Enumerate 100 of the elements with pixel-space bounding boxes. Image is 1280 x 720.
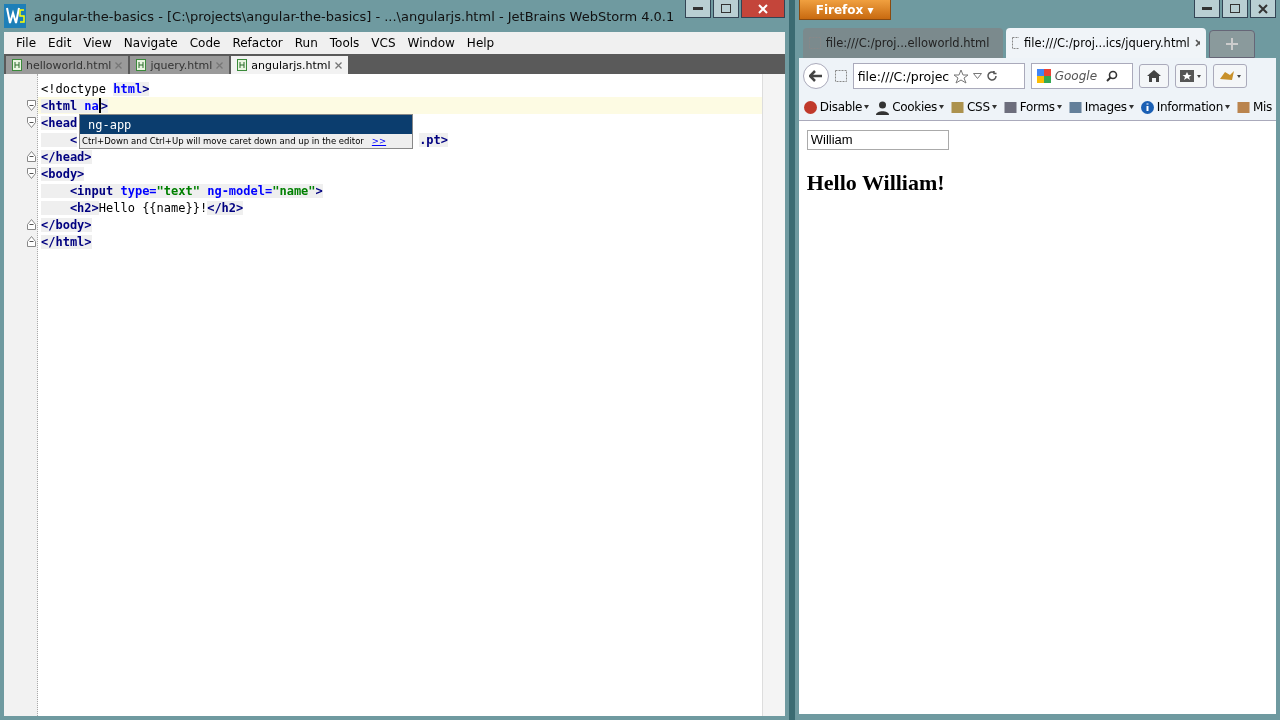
code-token: < [41,132,78,147]
menu-item[interactable]: Window [401,36,461,50]
plus-icon [1225,38,1238,50]
code-token: > [315,183,323,198]
browser-tab[interactable]: file:///C:/proj...elloworld.html [802,28,1003,58]
fold-marker-icon[interactable] [27,117,36,128]
minimize-icon [1202,6,1212,11]
fold-marker-icon[interactable] [27,236,36,247]
bookmark-star-icon [1179,70,1202,82]
star-icon[interactable] [953,68,970,84]
reload-icon[interactable] [986,70,999,82]
close-button[interactable] [740,0,785,18]
dropdown-icon [864,105,870,109]
toolbar-menu[interactable]: Images [1067,99,1134,115]
maximize-button[interactable] [712,0,739,18]
dropdown-icon[interactable] [973,73,983,79]
fold-marker-icon[interactable] [27,219,36,230]
search-field[interactable]: Google [1030,63,1133,89]
extension-icon [1217,69,1242,83]
toolbar-menu[interactable]: Mis [1235,99,1272,115]
search-icon[interactable] [1105,70,1118,82]
maximize-icon [720,4,731,13]
code-token: ng-model= [199,183,273,198]
completion-item[interactable]: ng-app [80,115,412,134]
text-caret [98,98,101,113]
menu-item[interactable]: Tools [323,36,366,50]
tab-label: file:///C:/proj...elloworld.html [825,36,990,50]
back-button[interactable] [802,63,829,89]
dropdown-icon [991,105,997,109]
home-icon [1146,70,1161,82]
code-token: "text" [156,183,200,198]
toolbar-menu[interactable]: Cookies [875,99,945,115]
maximize-icon [1230,4,1240,13]
menu-item[interactable]: Code [183,36,227,50]
dropdown-icon [1128,105,1134,109]
menu-item[interactable]: Edit [42,36,78,50]
close-button[interactable] [1250,0,1276,18]
extension-button[interactable] [1212,64,1247,88]
url-text: file:///C:/projec [857,68,950,84]
code-token: type= [113,183,157,198]
toolbar-menu[interactable]: Disable [802,99,870,115]
maximize-button[interactable] [1222,0,1248,18]
minimize-icon [692,6,703,11]
menu-item[interactable]: Help [460,36,501,50]
code-token: .pt> [419,132,449,147]
toolbar-menu[interactable]: Forms [1002,99,1062,115]
back-arrow-icon [808,70,823,82]
css-icon [950,99,966,115]
search-input[interactable]: Google [1054,69,1103,83]
toolbar-menu[interactable]: CSS [950,99,997,115]
code-token: Hello {{name}}! [98,200,208,215]
code-token: "name" [272,183,316,198]
editor-tab[interactable]: helloworld.html [6,56,129,74]
code-token: </html> [41,234,92,249]
code-token: na [77,98,99,113]
code-token: </head> [41,149,92,164]
code-token: <!doctype [41,81,108,96]
html-file-icon [237,59,248,71]
editor-tab[interactable]: angularjs.html [231,56,348,74]
tab-label: jquery.html [150,58,213,72]
url-field[interactable]: file:///C:/projec [852,63,1025,89]
hint-link[interactable]: >> [371,136,387,146]
dropdown-icon [939,105,945,109]
fold-marker-icon[interactable] [27,100,36,111]
editor-tab[interactable]: jquery.html [130,56,230,74]
code-token: <head [41,115,78,130]
menu-item[interactable]: Refactor [226,36,289,50]
html-file-icon [136,59,147,71]
menu-item[interactable]: View [77,36,118,50]
home-button[interactable] [1138,64,1169,88]
code-token: <body> [41,166,85,181]
html-file-icon [12,59,22,71]
bookmarks-button[interactable] [1174,64,1207,88]
misc-icon [1235,99,1251,115]
code-token: <h2> [41,200,99,215]
code-token: </h2> [207,200,244,215]
name-input[interactable]: William [806,129,949,150]
new-tab-button[interactable] [1208,30,1255,58]
tab-label: helloworld.html [26,58,112,72]
menu-item[interactable]: File [10,36,43,50]
tab-label: angularjs.html [251,58,331,72]
window-title: angular-the-basics - [C:\projects\angular-the-basics] - ...\angularjs.html - JetBrains WebStorm 4.0.1 [34,8,676,24]
minimize-button[interactable] [1194,0,1220,18]
dropdown-icon [1056,105,1062,109]
completion-hint: Ctrl+Down and Ctrl+Up will move caret down and up in the editor [82,136,364,146]
fold-marker-icon[interactable] [27,151,36,162]
fold-marker-icon[interactable] [27,168,36,179]
menu-item[interactable]: Run [288,36,324,50]
greeting-heading: Hello William! [806,169,946,196]
menu-item[interactable]: Navigate [117,36,184,50]
browser-tab[interactable]: file:///C:/proj...ics/jquery.html [1005,28,1206,58]
ws-logo-icon [4,4,26,28]
forms-icon [1002,99,1018,115]
toolbar-menu[interactable]: Information [1139,99,1230,115]
code-token: > [100,98,109,113]
code-token: > [142,81,150,96]
dropdown-icon [1224,105,1230,109]
minimize-button[interactable] [684,0,711,18]
menu-item[interactable]: VCS [365,36,402,50]
code-token: html [113,81,143,96]
